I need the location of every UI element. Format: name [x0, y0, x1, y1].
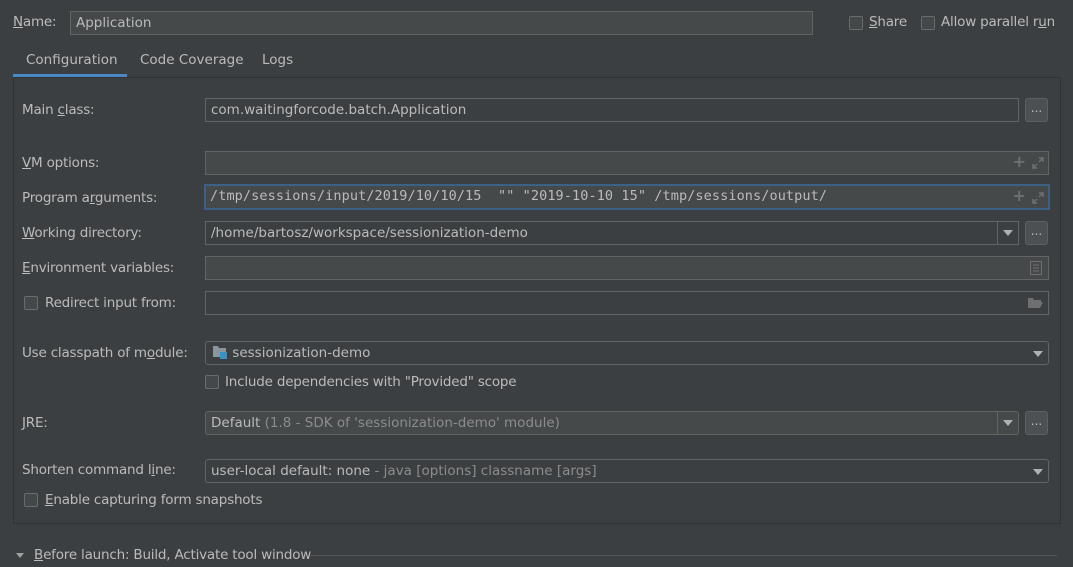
working-dir-browse-label: ... [1030, 224, 1043, 238]
before-launch-mnemonic: B [34, 547, 44, 563]
jre-value: Default [211, 415, 261, 431]
tab-logs-label: Logs [262, 52, 294, 68]
working-directory-dropdown-button[interactable] [997, 222, 1018, 244]
form-snapshots-checkbox[interactable] [24, 493, 38, 507]
classpath-label-post: dule: [154, 345, 188, 361]
redirect-input-field[interactable] [205, 291, 1049, 315]
program-args-label-pre: Program a [22, 190, 90, 206]
classpath-module-combo[interactable]: sessionization-demo [205, 341, 1049, 365]
main-class-value: com.waitingforcode.batch.Application [211, 102, 467, 118]
main-class-label-post: lass: [64, 102, 95, 118]
edit-document-icon[interactable] [1030, 261, 1042, 275]
classpath-label-pre: Use classpath of m [22, 345, 147, 361]
working-directory-browse-button[interactable]: ... [1025, 221, 1048, 245]
env-vars-label-post: nvironment variables: [30, 260, 175, 276]
vm-options-input[interactable]: + [205, 151, 1049, 175]
allow-parallel-run-label[interactable]: Allow parallel run [941, 14, 1055, 30]
shorten-command-line-value: user-local default: none [211, 463, 371, 479]
share-label[interactable]: Share [869, 14, 907, 30]
main-class-label-mnemonic: c [57, 102, 65, 118]
working-dir-label-mnemonic: W [22, 225, 35, 241]
main-class-browse-label: ... [1030, 101, 1043, 115]
shorten-label-pre: Shorten command l [22, 462, 152, 478]
chevron-down-icon [1003, 230, 1013, 236]
vm-options-label-mnemonic: V [22, 155, 32, 171]
share-checkbox[interactable] [849, 16, 863, 30]
parallel-label-post: n [1046, 14, 1056, 30]
program-arguments-input[interactable]: /tmp/sessions/input/2019/10/10/15 "" "20… [204, 184, 1050, 210]
jre-label: JRE: [22, 415, 48, 431]
before-launch-separator [310, 555, 1057, 556]
name-value: Application [76, 15, 152, 31]
include-provided-checkbox[interactable] [205, 375, 219, 389]
shorten-label-post: ne: [154, 462, 176, 478]
jre-browse-button[interactable]: ... [1025, 411, 1048, 435]
working-directory-combo[interactable]: /home/bartosz/workspace/sessionization-d… [205, 221, 1019, 245]
jre-combo[interactable]: Default (1.8 - SDK of 'sessionization-de… [205, 411, 1019, 435]
collapse-triangle-icon[interactable] [16, 553, 24, 558]
include-provided-label[interactable]: Include dependencies with "Provided" sco… [225, 374, 517, 390]
form-snapshots-label-post: nable capturing form snapshots [53, 492, 263, 508]
shorten-command-line-combo[interactable]: user-local default: none - java [options… [205, 459, 1049, 483]
before-launch-label[interactable]: Before launch: Build, Activate tool wind… [34, 547, 311, 563]
shorten-command-line-detail: - java [options] classname [args] [370, 463, 597, 479]
program-args-label-post: guments: [94, 190, 158, 206]
main-class-browse-button[interactable]: ... [1025, 98, 1048, 122]
vm-options-label-post: M options: [31, 155, 100, 171]
working-dir-label-post: orking directory: [34, 225, 142, 241]
redirect-input-label-text: Redirect input from: [45, 295, 176, 311]
tab-code-coverage[interactable]: Code Coverage [140, 50, 244, 77]
expand-icon[interactable] [1032, 192, 1044, 204]
chevron-down-icon [1033, 351, 1043, 357]
working-directory-value: /home/bartosz/workspace/sessionization-d… [211, 225, 528, 241]
include-provided-label-text: Include dependencies with "Provided" sco… [225, 374, 517, 390]
share-label-rest: hare [877, 14, 907, 30]
program-arguments-value: /tmp/sessions/input/2019/10/10/15 "" "20… [210, 188, 828, 204]
main-class-input[interactable]: com.waitingforcode.batch.Application [205, 98, 1019, 122]
parallel-label-pre: Allow parallel r [941, 14, 1039, 30]
jre-browse-label: ... [1030, 414, 1043, 428]
expand-icon[interactable] [1032, 157, 1044, 169]
tab-code-coverage-label: Code Coverage [140, 52, 244, 68]
classpath-module-label: Use classpath of module: [22, 345, 188, 361]
main-class-label: Main class: [22, 102, 95, 118]
jre-label-post: RE: [25, 415, 48, 431]
vm-options-label: VM options: [22, 155, 99, 171]
name-input[interactable]: Application [70, 11, 813, 35]
main-class-label-pre: Main [22, 102, 58, 118]
redirect-input-checkbox[interactable] [24, 296, 38, 310]
tab-logs[interactable]: Logs [262, 50, 293, 77]
classpath-label-mnemonic: o [146, 345, 155, 361]
tab-configuration[interactable]: Configuration [26, 50, 118, 77]
name-label-mnemonic: N [13, 14, 23, 30]
chevron-down-icon [1003, 420, 1013, 426]
redirect-input-label[interactable]: Redirect input from: [45, 295, 176, 311]
jre-value-detail: (1.8 - SDK of 'sessionization-demo' modu… [260, 415, 560, 431]
environment-variables-label: Environment variables: [22, 260, 174, 276]
environment-variables-input[interactable] [205, 256, 1049, 280]
allow-parallel-run-checkbox[interactable] [921, 16, 935, 30]
chevron-down-icon [1033, 469, 1043, 475]
name-label-rest: ame: [22, 14, 57, 30]
parallel-label-mnemonic: u [1038, 14, 1047, 30]
module-folder-icon [213, 346, 227, 359]
before-launch-label-post: efore launch: Build, Activate tool windo… [43, 547, 312, 563]
tab-configuration-label: Configuration [26, 52, 118, 68]
jre-dropdown-button[interactable] [997, 412, 1018, 434]
working-directory-label: Working directory: [22, 225, 142, 241]
form-snapshots-label[interactable]: Enable capturing form snapshots [45, 492, 262, 508]
classpath-module-value: sessionization-demo [232, 345, 371, 361]
insert-macro-icon[interactable]: + [1013, 152, 1026, 173]
program-arguments-label: Program arguments: [22, 190, 157, 206]
folder-open-icon[interactable] [1028, 297, 1043, 309]
shorten-command-line-label: Shorten command line: [22, 462, 176, 478]
insert-macro-icon[interactable]: + [1012, 186, 1026, 206]
name-label: Name: [13, 14, 57, 30]
